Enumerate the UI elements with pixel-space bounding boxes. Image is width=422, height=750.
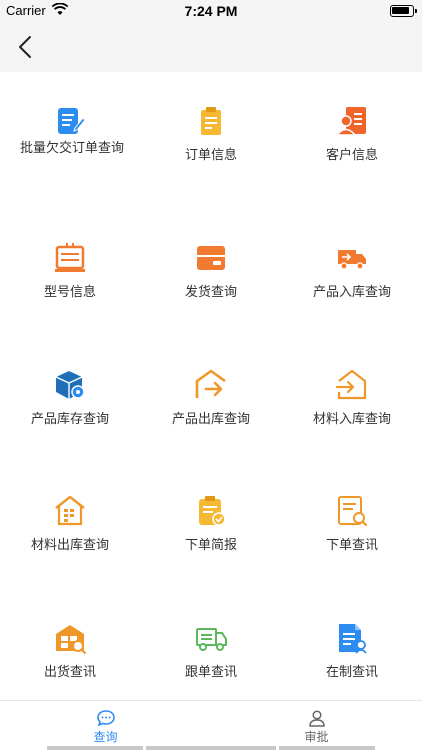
menu-label: 型号信息 bbox=[43, 285, 96, 300]
menu-label: 下单简报 bbox=[184, 538, 237, 553]
tab-approval[interactable]: 审批 bbox=[211, 701, 422, 747]
menu-label: 出货查讯 bbox=[43, 665, 96, 680]
menu-label: 在制查讯 bbox=[325, 665, 378, 680]
shipment-warehouse-icon bbox=[56, 625, 86, 654]
menu-item-order-brief[interactable]: 下单简报 bbox=[141, 462, 281, 587]
menu-item-order-info[interactable]: 订单信息 bbox=[141, 72, 281, 197]
menu-item-product-inbound-query[interactable]: 产品入库查询 bbox=[282, 209, 422, 334]
menu-item-tracking-inquiry[interactable]: 跟单查讯 bbox=[141, 589, 281, 714]
menu-item-shipping-query[interactable]: 发货查询 bbox=[141, 209, 281, 334]
bottom-tab-bar: 查询 审批 bbox=[0, 700, 422, 750]
warehouse-in-icon bbox=[335, 369, 367, 400]
menu-item-batch-overdue-order[interactable]: 批量欠交订单查询 bbox=[0, 72, 140, 197]
model-device-icon bbox=[55, 243, 85, 272]
menu-item-order-inquiry[interactable]: 下单查讯 bbox=[282, 462, 422, 587]
tab-label: 查询 bbox=[93, 730, 118, 744]
home-indicator-segment bbox=[47, 746, 143, 750]
menu-item-wip-inquiry[interactable]: 在制查讯 bbox=[282, 589, 422, 714]
back-chevron-icon[interactable] bbox=[14, 34, 38, 60]
tracking-truck-icon bbox=[196, 628, 227, 651]
menu-item-model-info[interactable]: 型号信息 bbox=[0, 209, 140, 334]
chat-bubble-icon bbox=[96, 710, 115, 727]
menu-label: 批量欠交订单查询 bbox=[20, 141, 125, 156]
delivery-truck-icon bbox=[338, 250, 366, 270]
menu-item-shipment-inquiry[interactable]: 出货查讯 bbox=[0, 589, 140, 714]
menu-label: 产品入库查询 bbox=[312, 285, 391, 300]
home-indicator-segment bbox=[279, 746, 375, 750]
home-indicator-segment bbox=[146, 746, 276, 750]
clock: 7:24 PM bbox=[184, 3, 238, 19]
customer-card-icon bbox=[335, 107, 366, 136]
menu-label: 发货查询 bbox=[184, 285, 237, 300]
tab-query[interactable]: 查询 bbox=[0, 701, 211, 747]
menu-label: 材料出库查询 bbox=[30, 538, 109, 553]
menu-item-customer-info[interactable]: 客户信息 bbox=[282, 72, 422, 197]
document-search-icon bbox=[338, 496, 368, 527]
menu-label: 材料入库查询 bbox=[312, 412, 391, 427]
order-brief-clipboard-icon bbox=[199, 496, 226, 526]
menu-label: 产品库存查询 bbox=[30, 412, 109, 427]
shipping-box-icon bbox=[197, 246, 225, 270]
menu-item-material-outbound-query[interactable]: 材料出库查询 bbox=[0, 462, 140, 587]
menu-item-product-outbound-query[interactable]: 产品出库查询 bbox=[141, 336, 281, 461]
tab-label: 审批 bbox=[304, 730, 329, 744]
navigation-bar bbox=[0, 22, 422, 72]
menu-grid: 批量欠交订单查询 订单信息 客户信息 型号信息 发货查询 产品入库查询 产品库存… bbox=[0, 72, 422, 700]
menu-label: 客户信息 bbox=[325, 148, 378, 163]
status-bar: Carrier 7:24 PM bbox=[0, 0, 422, 22]
order-clipboard-icon bbox=[201, 107, 221, 135]
inventory-cube-icon bbox=[55, 371, 85, 399]
battery-icon bbox=[390, 5, 417, 17]
warehouse-grid-icon bbox=[55, 495, 85, 526]
menu-item-material-inbound-query[interactable]: 材料入库查询 bbox=[282, 336, 422, 461]
menu-label: 跟单查讯 bbox=[184, 665, 237, 680]
menu-item-product-stock-query[interactable]: 产品库存查询 bbox=[0, 336, 140, 461]
menu-label: 下单查讯 bbox=[325, 538, 378, 553]
menu-label: 产品出库查询 bbox=[171, 412, 250, 427]
warehouse-out-icon bbox=[195, 369, 226, 398]
person-icon bbox=[308, 710, 325, 727]
wip-document-icon bbox=[339, 624, 367, 654]
menu-label: 订单信息 bbox=[184, 148, 237, 163]
batch-order-doc-icon bbox=[58, 108, 86, 134]
